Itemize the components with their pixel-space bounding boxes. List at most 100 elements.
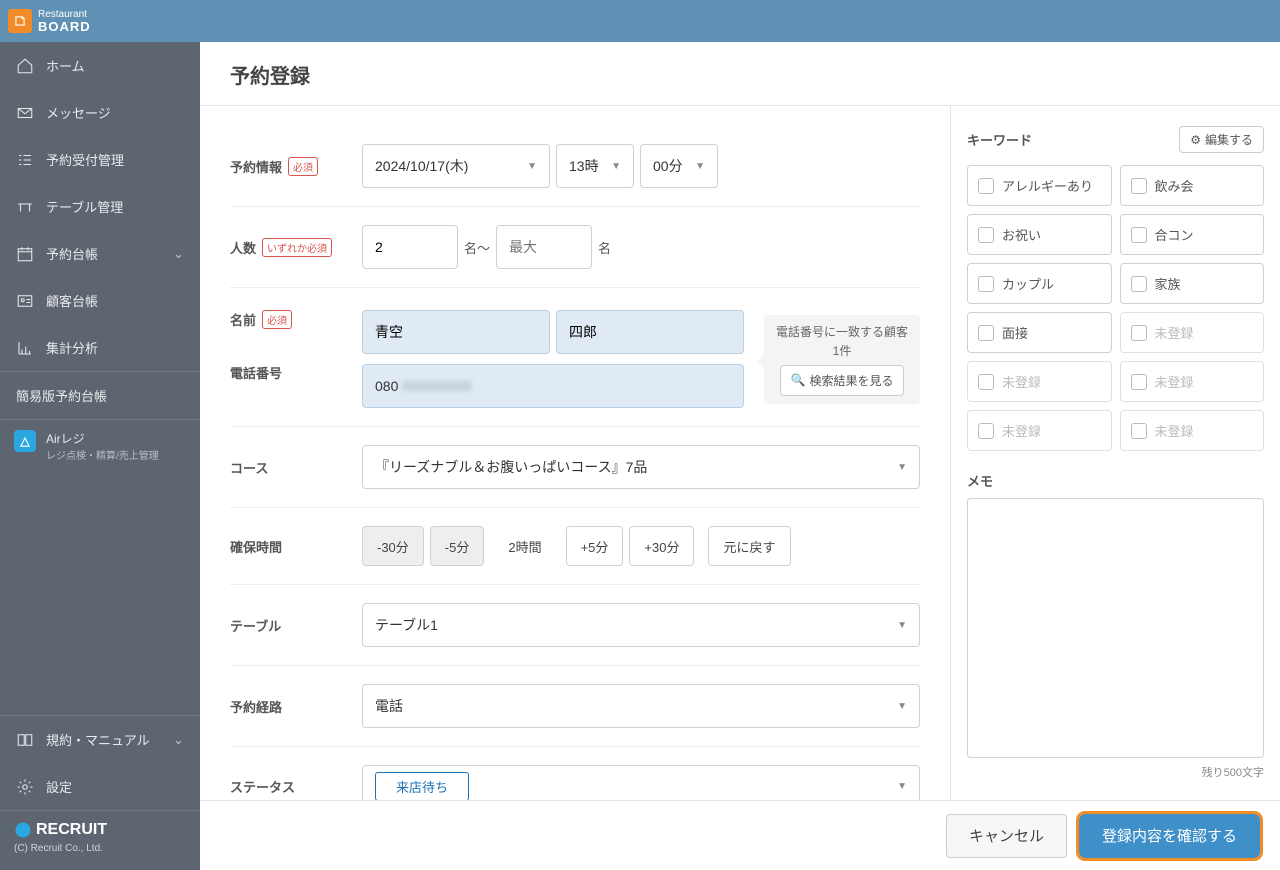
sidebar-item-messages[interactable]: メッセージ [0, 89, 200, 136]
brand-logo: Restaurant BOARD [8, 9, 91, 33]
route-value: 電話 [375, 696, 403, 716]
keyword-item[interactable]: 家族 [1120, 263, 1265, 304]
keyword-item: 未登録 [1120, 361, 1265, 402]
hold-plus5-button[interactable]: +5分 [566, 526, 624, 566]
status-select[interactable]: 来店待ち ▼ [362, 765, 920, 800]
view-results-button[interactable]: 🔍 検索結果を見る [780, 365, 905, 396]
sidebar-label: 予約台帳 [46, 244, 98, 263]
sidebar-item-settings[interactable]: 設定 [0, 763, 200, 810]
mail-icon [16, 104, 34, 122]
lastname-input[interactable] [362, 310, 550, 354]
chevron-down-icon: ⌄ [173, 246, 184, 262]
caret-icon: ▼ [611, 161, 621, 172]
sidebar-item-airregi[interactable]: △ Airレジ レジ点検・精算/売上管理 [0, 420, 200, 472]
course-value: 『リーズナブル＆お腹いっぱいコース』7品 [375, 457, 647, 477]
status-value: 来店待ち [375, 772, 469, 800]
phone-match-panel: 電話番号に一致する顧客 1件 🔍 検索結果を見る [764, 315, 920, 404]
cancel-button[interactable]: キャンセル [946, 814, 1067, 858]
course-select[interactable]: 『リーズナブル＆お腹いっぱいコース』7品▼ [362, 445, 920, 489]
memo-textarea[interactable] [967, 498, 1264, 758]
required-badge: 必須 [262, 310, 292, 329]
keyword-item[interactable]: お祝い [967, 214, 1112, 255]
sidebar-label: 簡易版予約台帳 [16, 386, 107, 405]
hold-duration: 2時間 [490, 537, 559, 556]
id-icon [16, 292, 34, 310]
airregi-title: Airレジ [46, 430, 159, 447]
label-course: コース [230, 458, 268, 477]
edit-label: 編集する [1205, 131, 1253, 148]
hour-select[interactable]: 13時 ▼ [556, 144, 634, 188]
footer: キャンセル 登録内容を確認する [200, 800, 1280, 870]
keyword-item: 未登録 [1120, 410, 1265, 451]
keyword-label: 未登録 [1155, 421, 1194, 440]
home-icon [16, 57, 34, 75]
checkbox-icon [978, 178, 994, 194]
required-badge: 必須 [288, 157, 318, 176]
hold-reset-button[interactable]: 元に戻す [708, 526, 790, 566]
sidebar-item-manual[interactable]: 規約・マニュアル ⌄ [0, 716, 200, 763]
sidebar-item-customer-book[interactable]: 顧客台帳 [0, 277, 200, 324]
hold-minus5-button[interactable]: -5分 [430, 526, 485, 566]
sidebar-item-reservation-book[interactable]: 予約台帳 ⌄ [0, 230, 200, 277]
sidebar-item-table-mgmt[interactable]: テーブル管理 [0, 183, 200, 230]
keyword-label: アレルギーあり [1002, 176, 1093, 195]
checkbox-icon [1131, 423, 1147, 439]
chart-icon [16, 339, 34, 357]
keyword-item[interactable]: 面接 [967, 312, 1112, 353]
sidebar-item-simple-book[interactable]: 簡易版予約台帳 [0, 372, 200, 419]
brand-icon [8, 9, 32, 33]
confirm-button[interactable]: 登録内容を確認する [1079, 814, 1260, 858]
route-select[interactable]: 電話 ▼ [362, 684, 920, 728]
keyword-item[interactable]: アレルギーあり [967, 165, 1112, 206]
edit-keywords-button[interactable]: ⚙ 編集する [1179, 126, 1264, 153]
sidebar-label: ホーム [46, 56, 85, 75]
table-select[interactable]: テーブル1▼ [362, 603, 920, 647]
sidebar-label: 顧客台帳 [46, 291, 98, 310]
keyword-item: 未登録 [1120, 312, 1265, 353]
people-min-input[interactable] [362, 225, 458, 269]
caret-icon: ▼ [897, 701, 907, 712]
required-badge: いずれか必須 [262, 238, 332, 257]
people-max-input[interactable] [496, 225, 592, 269]
keyword-label: 未登録 [1002, 421, 1041, 440]
label-table: テーブル [230, 616, 281, 635]
people-unit: 名 [598, 238, 611, 257]
checklist-icon [16, 151, 34, 169]
checkbox-icon [1131, 276, 1147, 292]
sidebar-item-home[interactable]: ホーム [0, 42, 200, 89]
caret-icon: ▼ [695, 161, 705, 172]
sidebar-label: 設定 [46, 777, 72, 796]
topbar: Restaurant BOARD [0, 0, 1280, 42]
airregi-icon: △ [14, 430, 36, 452]
page-header: 予約登録 [200, 42, 1280, 106]
sidebar-label: 集計分析 [46, 338, 98, 357]
chevron-down-icon: ⌄ [173, 732, 184, 748]
minute-value: 00分 [653, 156, 683, 176]
label-hold: 確保時間 [230, 537, 282, 556]
date-select[interactable]: 2024/10/17(木)▼ [362, 144, 550, 188]
calendar-icon [16, 245, 34, 263]
label-route: 予約経路 [230, 697, 282, 716]
keyword-item[interactable]: 合コン [1120, 214, 1265, 255]
sidebar-item-reservation-mgmt[interactable]: 予約受付管理 [0, 136, 200, 183]
keyword-label: 合コン [1155, 225, 1194, 244]
hour-value: 13時 [569, 156, 599, 176]
sidebar-item-analytics[interactable]: 集計分析 [0, 324, 200, 371]
match-count: 1件 [776, 342, 908, 359]
keyword-item[interactable]: カップル [967, 263, 1112, 304]
hold-minus30-button[interactable]: -30分 [362, 526, 424, 566]
keyword-label: 飲み会 [1155, 176, 1194, 195]
checkbox-icon [1131, 325, 1147, 341]
keyword-item[interactable]: 飲み会 [1120, 165, 1265, 206]
recruit-name: RECRUIT [36, 821, 107, 839]
phone-input[interactable]: 080 [362, 364, 744, 408]
checkbox-icon [978, 325, 994, 341]
checkbox-icon [1131, 374, 1147, 390]
table-value: テーブル1 [375, 615, 438, 635]
phone-prefix: 080 [375, 378, 398, 394]
minute-select[interactable]: 00分 ▼ [640, 144, 718, 188]
caret-icon: ▼ [897, 781, 907, 792]
hold-plus30-button[interactable]: +30分 [629, 526, 694, 566]
firstname-input[interactable] [556, 310, 744, 354]
sidebar-label: テーブル管理 [46, 197, 123, 216]
